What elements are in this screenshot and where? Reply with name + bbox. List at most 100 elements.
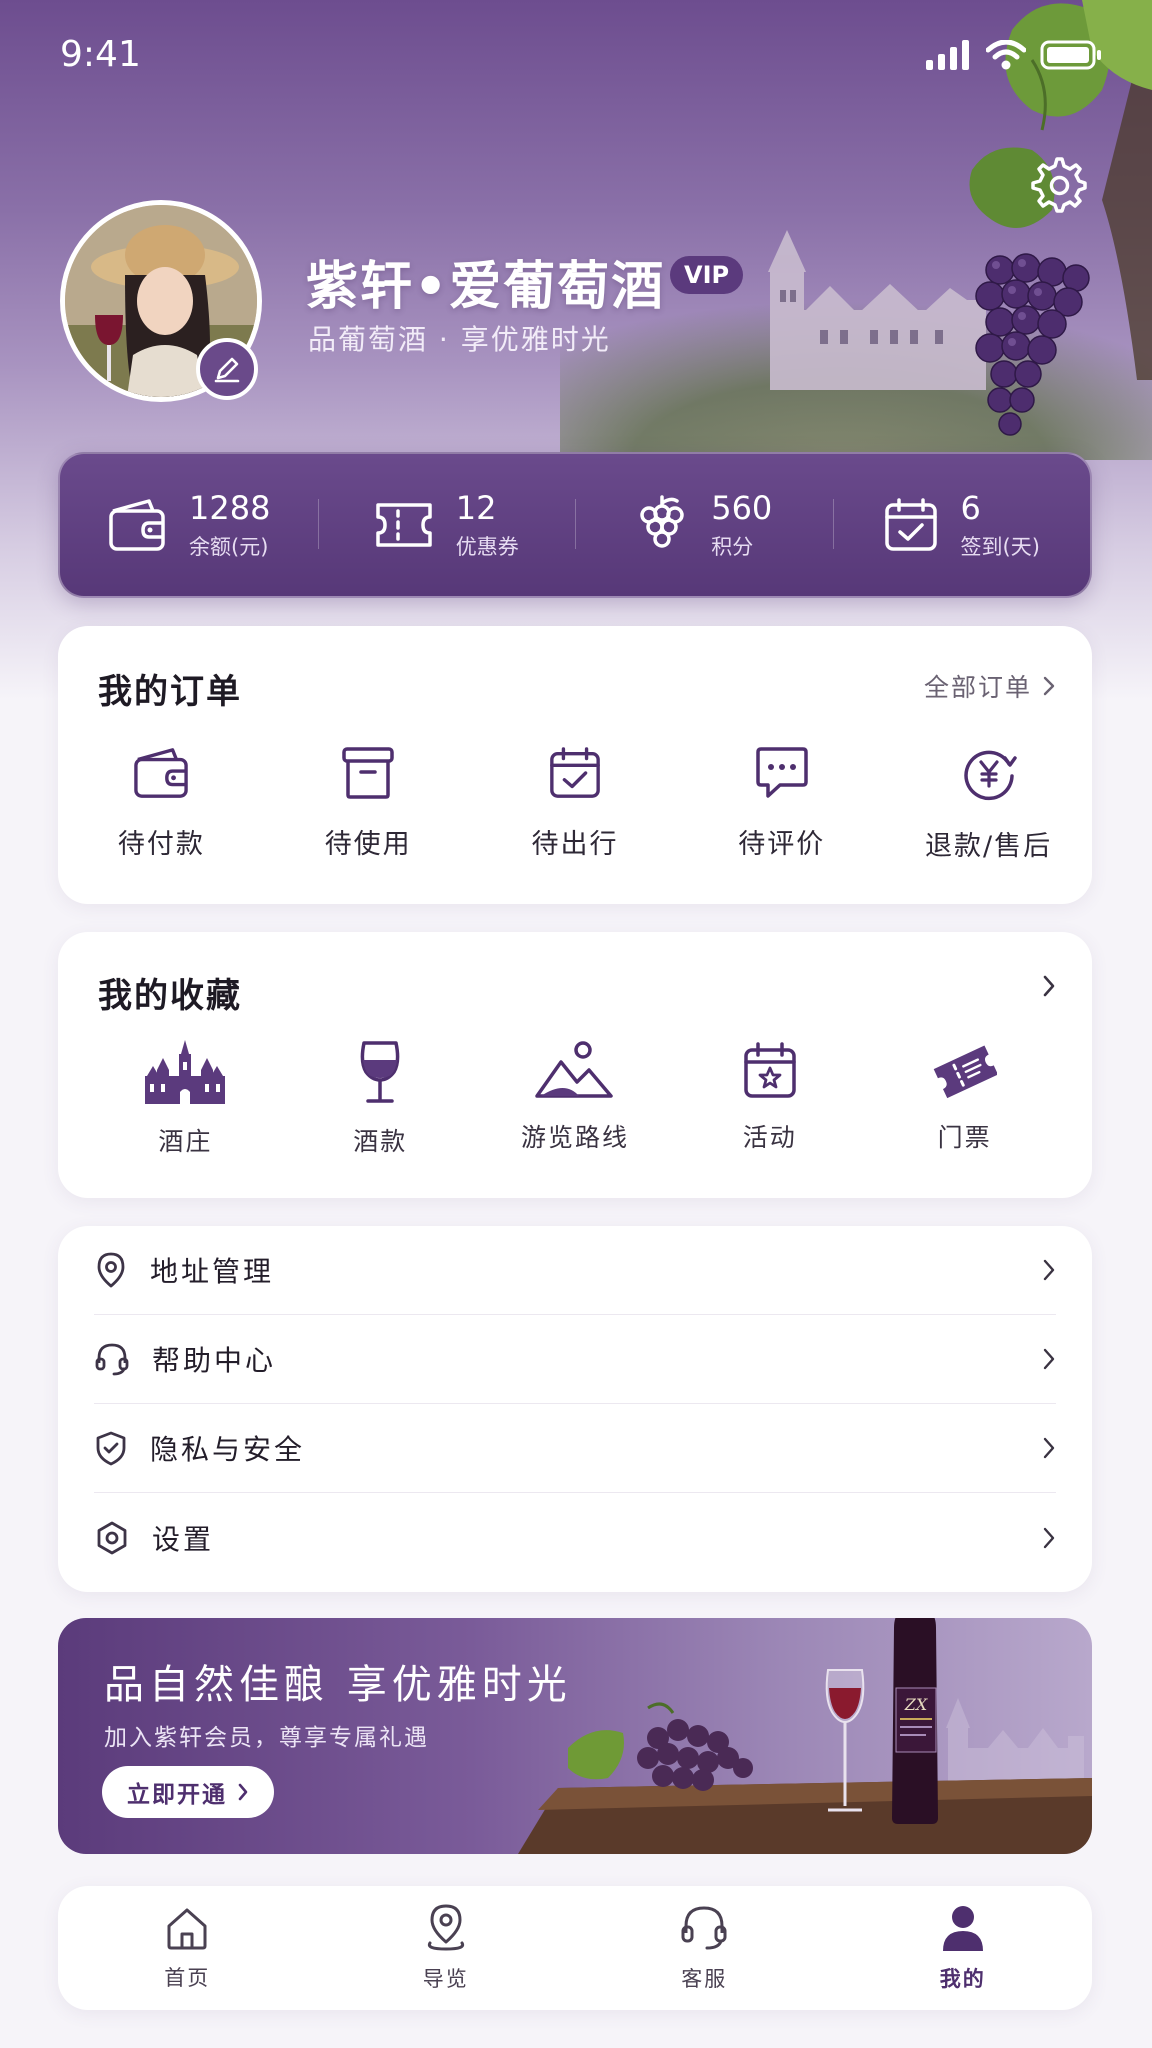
chevron-right-icon xyxy=(1043,1437,1055,1459)
stat-coupons-label: 优惠券 xyxy=(455,535,519,559)
castle-icon xyxy=(145,1040,226,1104)
menu-help[interactable]: 帮助中心 xyxy=(94,1315,1056,1404)
orders-card: 我的订单 全部订单 待付款 待使用 待出行 待评价 退款/售后 xyxy=(58,626,1092,904)
fav-wine[interactable]: 酒款 xyxy=(283,1040,478,1158)
stat-balance-label: 余额(元) xyxy=(189,535,269,559)
menu-settings-label: 设置 xyxy=(152,1522,215,1556)
fav-events-label: 活动 xyxy=(742,1123,797,1152)
status-time: 9:41 xyxy=(60,34,141,75)
menu-settings[interactable]: 设置 xyxy=(94,1493,1056,1582)
order-pending-payment-label: 待付款 xyxy=(117,829,205,860)
chevron-right-icon xyxy=(1043,975,1055,997)
map-pin-icon xyxy=(427,1904,464,1951)
fav-chateau-label: 酒庄 xyxy=(158,1127,213,1156)
ticket-icon xyxy=(376,503,432,547)
stat-coupons-value: 12 xyxy=(455,489,497,527)
order-refund-label: 退款/售后 xyxy=(925,831,1053,862)
tab-guide-label: 导览 xyxy=(422,1967,469,1991)
order-pending-payment[interactable]: 待付款 xyxy=(58,746,265,863)
favorites-title: 我的收藏 xyxy=(98,976,242,1016)
shield-check-icon xyxy=(96,1431,126,1466)
grapes-icon xyxy=(640,495,684,548)
headset-icon xyxy=(681,1906,727,1950)
fav-tour-route-label: 游览路线 xyxy=(520,1123,629,1152)
tab-guide[interactable]: 导览 xyxy=(317,1886,576,2010)
home-icon xyxy=(167,1908,207,1950)
promo-subtitle: 加入紫轩会员，尊享专属礼遇 xyxy=(104,1725,429,1751)
settings-menu-card: 地址管理 帮助中心 隐私与安全 设置 xyxy=(58,1226,1092,1592)
tab-mine[interactable]: 我的 xyxy=(834,1886,1093,2010)
menu-address-label: 地址管理 xyxy=(150,1255,275,1288)
order-to-travel[interactable]: 待出行 xyxy=(472,746,679,863)
status-icons xyxy=(926,40,1102,70)
fav-tickets-label: 门票 xyxy=(937,1123,992,1152)
membership-promo-banner[interactable]: ZX 品自然佳酿 享优雅时光 加入紫轩会员，尊享专属礼遇 立即开通 xyxy=(58,1618,1092,1854)
favorites-more-button[interactable] xyxy=(1042,974,1056,998)
tab-service[interactable]: 客服 xyxy=(575,1886,834,2010)
stat-points[interactable]: 560 积分 xyxy=(575,489,833,561)
orders-title: 我的订单 xyxy=(98,672,242,712)
fav-chateau[interactable]: 酒庄 xyxy=(88,1040,283,1158)
tab-mine-label: 我的 xyxy=(939,1967,986,1991)
stat-coupons[interactable]: 12 优惠券 xyxy=(317,489,576,561)
bottle-label-text: ZX xyxy=(904,1695,928,1714)
stat-checkin[interactable]: 6 签到(天) xyxy=(832,489,1091,561)
profile-subtitle: 品葡萄酒 · 享优雅时光 xyxy=(308,323,611,356)
chevron-right-icon xyxy=(1043,1527,1055,1548)
bottom-tab-bar: 首页 导览 客服 我的 xyxy=(58,1886,1092,2010)
activate-membership-label: 立即开通 xyxy=(127,1782,227,1808)
location-pin-icon xyxy=(97,1252,125,1288)
tab-home-label: 首页 xyxy=(164,1966,211,1990)
box-icon xyxy=(342,747,394,799)
fav-tickets[interactable]: 门票 xyxy=(867,1040,1062,1158)
order-refund[interactable]: 退款/售后 xyxy=(885,746,1092,863)
wine-still-life-illustration: ZX xyxy=(518,1618,1092,1854)
stat-balance[interactable]: 1288 余额(元) xyxy=(60,489,318,561)
menu-privacy-label: 隐私与安全 xyxy=(150,1433,306,1466)
ticket-icon xyxy=(933,1045,997,1099)
fav-wine-label: 酒款 xyxy=(353,1127,408,1156)
stat-balance-value: 1288 xyxy=(189,489,271,527)
all-orders-link[interactable]: 全部订单 xyxy=(924,668,1056,704)
menu-address[interactable]: 地址管理 xyxy=(94,1226,1056,1315)
settings-button[interactable] xyxy=(1030,156,1088,214)
stat-checkin-value: 6 xyxy=(960,489,981,527)
order-to-review-label: 待评价 xyxy=(738,829,826,860)
battery-icon xyxy=(1040,40,1101,70)
menu-privacy[interactable]: 隐私与安全 xyxy=(94,1404,1056,1493)
activate-membership-button[interactable]: 立即开通 xyxy=(102,1766,274,1818)
favorites-row: 酒庄 酒款 游览路线 活动 门票 xyxy=(58,1040,1092,1158)
promo-title: 品自然佳酿 享优雅时光 xyxy=(104,1662,572,1708)
hexagon-gear-icon xyxy=(97,1521,127,1554)
wallet-icon xyxy=(109,499,165,551)
vip-badge: VIP xyxy=(670,256,744,294)
stat-points-value: 560 xyxy=(711,489,773,527)
order-to-review[interactable]: 待评价 xyxy=(678,746,885,863)
stat-points-label: 积分 xyxy=(711,535,754,559)
chevron-right-icon xyxy=(1043,1348,1055,1370)
fav-events[interactable]: 活动 xyxy=(672,1040,867,1158)
calendar-check-icon xyxy=(550,747,600,798)
chevron-right-icon xyxy=(1043,1259,1055,1281)
wallet-icon xyxy=(134,748,189,798)
fav-tour-route[interactable]: 游览路线 xyxy=(478,1040,673,1158)
wine-glass-icon xyxy=(360,1041,400,1103)
pencil-icon xyxy=(214,357,240,383)
order-to-use[interactable]: 待使用 xyxy=(265,746,472,863)
profile-name: 紫轩•爱葡萄酒 xyxy=(306,257,666,317)
wifi-icon xyxy=(986,40,1026,70)
order-status-row: 待付款 待使用 待出行 待评价 退款/售后 xyxy=(58,746,1092,863)
yuan-refund-icon xyxy=(963,750,1017,801)
calendar-check-icon xyxy=(884,498,937,551)
stat-checkin-label: 签到(天) xyxy=(960,535,1040,559)
tab-home[interactable]: 首页 xyxy=(58,1886,317,2010)
calendar-star-icon xyxy=(744,1042,796,1098)
chat-icon xyxy=(756,747,808,798)
order-to-travel-label: 待出行 xyxy=(531,829,619,860)
grape-cluster-illustration xyxy=(975,253,1090,436)
signal-icon xyxy=(926,40,969,70)
edit-avatar-button[interactable] xyxy=(196,338,258,400)
chevron-right-icon xyxy=(1043,676,1055,696)
mountain-icon xyxy=(535,1041,613,1098)
favorites-card: 我的收藏 酒庄 酒款 游览路线 活动 门票 xyxy=(58,932,1092,1198)
